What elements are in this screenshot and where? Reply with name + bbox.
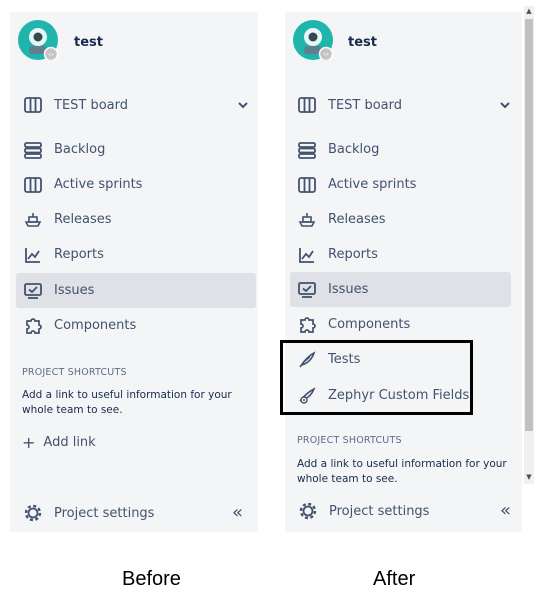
sidebar-after: ‹› test TEST board Backlog Active sprint… [285,12,522,532]
nav-label: Reports [328,247,378,262]
after-caption: After [373,568,416,590]
nav-label: Releases [54,212,112,227]
chevron-down-icon [238,102,248,109]
sidebar-before: ‹› test TEST board Backlog Active sprint… [10,12,258,532]
chart-icon [25,247,40,263]
settings-label: Project settings [329,503,430,519]
nav-item-active-sprints[interactable]: Active sprints [16,167,256,202]
puzzle-icon [26,317,42,334]
svg-text:‹›: ‹› [323,51,329,59]
gear-icon [299,502,317,520]
backlog-icon [298,141,316,159]
puzzle-icon [300,316,316,333]
ship-icon [24,212,42,227]
collapse-sidebar-icon[interactable]: « [232,502,243,523]
nav-label: Components [54,318,137,333]
project-settings[interactable]: Project settings [22,502,154,524]
backlog-icon [24,141,42,159]
new-items-highlight [280,340,473,415]
nav-item-releases[interactable]: Releases [290,202,511,237]
collapse-sidebar-icon[interactable]: « [500,500,511,521]
sprints-board-icon [298,176,316,193]
add-link-label: Add link [43,435,96,450]
nav-label: Active sprints [54,177,143,192]
nav-item-active-sprints[interactable]: Active sprints [290,167,511,202]
board-label: TEST board [54,97,129,113]
project-name[interactable]: test [74,35,103,50]
scrollbar[interactable]: ▲ ▼ [524,6,534,484]
sprints-board-icon [24,176,42,193]
nav-item-backlog[interactable]: Backlog [16,132,256,167]
nav-label: Active sprints [328,177,417,192]
scroll-down-icon[interactable]: ▼ [524,472,534,482]
project-name[interactable]: test [348,35,377,50]
plus-icon: + [22,433,36,452]
gear-icon [24,504,42,522]
project-settings[interactable]: Project settings [297,500,429,522]
nav-item-components[interactable]: Components [290,307,511,342]
shortcuts-hint: Add a link to useful information for you… [22,389,232,416]
before-caption: Before [122,568,181,590]
board-label: TEST board [328,97,403,113]
shortcuts-title: PROJECT SHORTCUTS [297,435,402,446]
shortcuts-title: PROJECT SHORTCUTS [22,367,127,378]
board-icon [298,97,316,113]
nav-label: Releases [328,212,386,227]
chart-icon [299,247,314,263]
nav-item-backlog[interactable]: Backlog [290,132,511,167]
scroll-up-icon[interactable]: ▲ [524,6,534,16]
issues-icon [298,281,316,298]
nav-label: Components [328,317,411,332]
nav-item-issues[interactable]: Issues [290,272,511,307]
nav-label: Issues [54,283,95,298]
nav-item-reports[interactable]: Reports [290,237,511,272]
svg-text:‹›: ‹› [48,51,54,59]
ship-icon [298,212,316,227]
nav-label: Issues [328,282,369,297]
nav-label: Backlog [54,142,106,157]
nav-item-components[interactable]: Components [16,308,256,343]
settings-label: Project settings [54,505,155,521]
shortcuts-hint: Add a link to useful information for you… [297,458,507,485]
board-selector[interactable]: TEST board [298,95,512,115]
board-icon [24,97,42,113]
project-avatar[interactable]: ‹› [18,20,58,60]
nav-item-releases[interactable]: Releases [16,202,256,237]
nav-item-issues[interactable]: Issues [16,273,256,308]
issues-icon [24,282,42,299]
scrollbar-thumb[interactable] [525,19,533,431]
board-selector[interactable]: TEST board [24,95,250,115]
nav-item-reports[interactable]: Reports [16,237,256,272]
nav-label: Backlog [328,142,380,157]
add-link-button[interactable]: + Add link [22,433,96,452]
project-avatar[interactable]: ‹› [293,20,333,60]
chevron-down-icon [500,102,510,109]
nav-label: Reports [54,247,104,262]
